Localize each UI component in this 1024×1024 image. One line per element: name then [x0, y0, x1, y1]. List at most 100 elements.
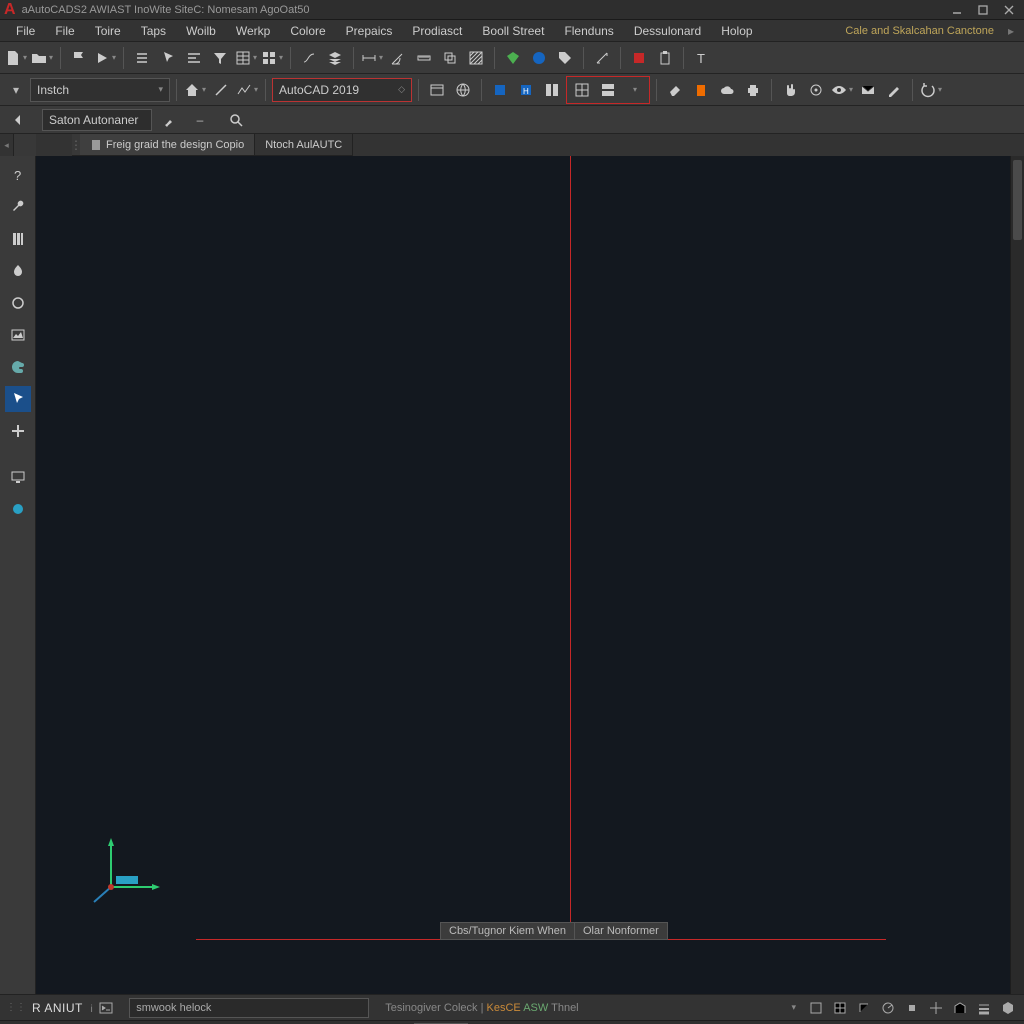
menu-right-label[interactable]: Cale and Skalcahan Canctone	[835, 23, 1004, 39]
audit-icon[interactable]	[501, 46, 525, 70]
target-icon[interactable]	[804, 78, 828, 102]
version-combo[interactable]: AutoCAD 2019◇	[272, 78, 412, 102]
lwt-icon[interactable]	[974, 998, 994, 1018]
menu-item[interactable]: File	[6, 22, 45, 40]
mail-icon[interactable]	[856, 78, 880, 102]
column-icon[interactable]	[5, 226, 31, 252]
model-icon[interactable]	[998, 998, 1018, 1018]
plus-icon[interactable]	[5, 418, 31, 444]
brush-icon[interactable]	[158, 108, 182, 132]
command-input[interactable]: smwook helock	[129, 998, 369, 1018]
grip-icon[interactable]: ⋮⋮	[6, 1002, 26, 1013]
pencil-icon[interactable]	[882, 78, 906, 102]
minimize-button[interactable]	[946, 2, 968, 18]
circle-tool-icon[interactable]	[5, 290, 31, 316]
dim-linear-icon[interactable]: ▾	[360, 46, 384, 70]
grid-toggle-icon[interactable]	[830, 998, 850, 1018]
menu-item[interactable]: Booll Street	[472, 22, 554, 40]
flag-icon[interactable]	[67, 46, 91, 70]
globe-icon[interactable]	[451, 78, 475, 102]
cloud-icon[interactable]	[715, 78, 739, 102]
drawing-tab-active[interactable]: Freig graid the design Copio	[80, 134, 255, 155]
view-dropdown-icon[interactable]: ▾	[622, 78, 646, 102]
sphere-icon[interactable]	[5, 496, 31, 522]
wrench-icon[interactable]	[5, 194, 31, 220]
menu-item[interactable]: Prepaics	[336, 22, 403, 40]
help-icon[interactable]: ?	[5, 162, 31, 188]
image-icon[interactable]	[5, 322, 31, 348]
osnap-icon[interactable]	[902, 998, 922, 1018]
menu-item[interactable]: Flenduns	[554, 22, 623, 40]
properties-icon[interactable]	[527, 46, 551, 70]
tabstrip-scroll-left[interactable]: ◂	[0, 134, 14, 156]
line-icon[interactable]	[209, 78, 233, 102]
filter-icon[interactable]	[208, 46, 232, 70]
vertical-scrollbar[interactable]	[1010, 156, 1024, 994]
back-button[interactable]	[6, 108, 30, 132]
terminal-icon[interactable]	[99, 1001, 113, 1015]
dash-icon[interactable]: ‒	[188, 108, 212, 132]
cursor-icon[interactable]	[156, 46, 180, 70]
close-button[interactable]	[998, 2, 1020, 18]
menu-item[interactable]: Prodiasct	[402, 22, 472, 40]
layers-icon[interactable]	[323, 46, 347, 70]
menu-item[interactable]: File	[45, 22, 84, 40]
view-2-icon[interactable]: H	[514, 78, 538, 102]
view-4-icon[interactable]	[570, 78, 594, 102]
grid-icon[interactable]: ▾	[260, 46, 284, 70]
maximize-button[interactable]	[972, 2, 994, 18]
new-file-icon[interactable]: ▾	[4, 46, 28, 70]
menu-item[interactable]: Werkp	[226, 22, 280, 40]
menu-item[interactable]: Woilb	[176, 22, 226, 40]
menu-item[interactable]: Holop	[711, 22, 762, 40]
search-icon[interactable]	[224, 108, 248, 132]
workspace-combo[interactable]: Instch▾	[30, 78, 170, 102]
scrollbar-thumb[interactable]	[1013, 160, 1022, 240]
print-icon[interactable]	[741, 78, 765, 102]
ortho-icon[interactable]	[854, 998, 874, 1018]
dim-angular-icon[interactable]	[386, 46, 410, 70]
expand-icon[interactable]: ▾	[4, 78, 28, 102]
palette-icon[interactable]	[5, 354, 31, 380]
menu-right-caret-icon[interactable]: ▸	[1004, 24, 1018, 38]
menu-item[interactable]: Colore	[280, 22, 335, 40]
tab-handle-icon[interactable]: ⋮	[72, 134, 80, 155]
menu-item[interactable]: Taps	[131, 22, 176, 40]
drawing-canvas[interactable]: Cbs/Tugnor Kiem When Olar Nonformer	[36, 156, 1024, 994]
view-1-icon[interactable]	[488, 78, 512, 102]
otrack-icon[interactable]	[926, 998, 946, 1018]
snap-icon[interactable]	[806, 998, 826, 1018]
window-icon[interactable]	[425, 78, 449, 102]
nav-input[interactable]: Saton Autonaner	[42, 109, 152, 131]
command-history-toggle[interactable]: ▾	[791, 1002, 796, 1013]
block-icon[interactable]	[627, 46, 651, 70]
clipboard-icon[interactable]	[653, 46, 677, 70]
dyn-icon[interactable]	[950, 998, 970, 1018]
align-icon[interactable]	[182, 46, 206, 70]
display-icon[interactable]	[5, 464, 31, 490]
tag-icon[interactable]	[553, 46, 577, 70]
open-file-icon[interactable]: ▾	[30, 46, 54, 70]
table-icon[interactable]: ▾	[234, 46, 258, 70]
view-5-icon[interactable]	[596, 78, 620, 102]
eraser-icon[interactable]	[663, 78, 687, 102]
paint-icon[interactable]	[5, 258, 31, 284]
text-icon[interactable]: T	[690, 46, 714, 70]
menu-item[interactable]: Toire	[85, 22, 131, 40]
ruler-icon[interactable]	[412, 46, 436, 70]
clipboard-2-icon[interactable]	[689, 78, 713, 102]
home-icon[interactable]: ▾	[183, 78, 207, 102]
hand-icon[interactable]	[778, 78, 802, 102]
select-tool-icon[interactable]	[5, 386, 31, 412]
eye-icon[interactable]: ▾	[830, 78, 854, 102]
refresh-icon[interactable]: ▾	[919, 78, 943, 102]
polyline-icon[interactable]: ▾	[235, 78, 259, 102]
hatch-icon[interactable]	[464, 46, 488, 70]
polar-icon[interactable]	[878, 998, 898, 1018]
drawing-tab[interactable]: Ntoch AulAUTC	[255, 134, 353, 155]
connector-icon[interactable]	[297, 46, 321, 70]
list-icon[interactable]	[130, 46, 154, 70]
copy-icon[interactable]	[438, 46, 462, 70]
play-icon[interactable]: ▾	[93, 46, 117, 70]
menu-item[interactable]: Dessulonard	[624, 22, 711, 40]
